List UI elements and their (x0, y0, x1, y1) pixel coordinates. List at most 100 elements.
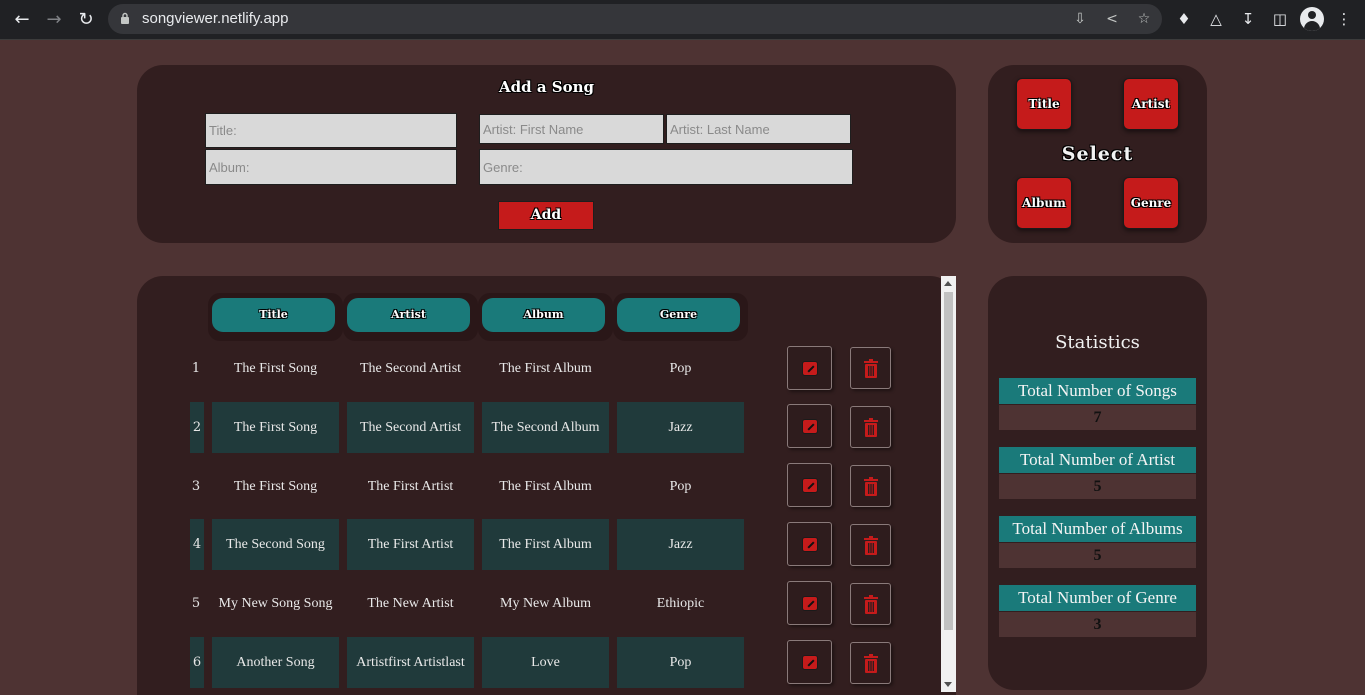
header-album-label: Album (482, 298, 605, 332)
cell-genre: Jazz (617, 519, 744, 570)
select-label: Select (1061, 143, 1134, 165)
add-song-heading: Add a Song (498, 78, 594, 96)
cell-genre: Pop (669, 361, 692, 376)
edit-pencil-icon (802, 596, 818, 611)
row-number: 2 (192, 420, 202, 435)
install-app-icon[interactable]: ⇩ (1070, 9, 1090, 29)
cell-album: The First Album (482, 519, 609, 570)
extensions-puzzle-icon[interactable]: ♦ (1172, 7, 1196, 31)
trash-icon (864, 418, 878, 437)
profile-avatar-icon[interactable] (1300, 7, 1324, 31)
downloads-icon[interactable]: ↧ (1236, 7, 1260, 31)
stat-songs-value: 7 (999, 405, 1196, 430)
cell-title: My New Song Song (218, 596, 333, 611)
delete-button[interactable] (850, 583, 891, 625)
stat-albums-label: Total Number of Albums (999, 516, 1196, 542)
delete-button[interactable] (850, 347, 891, 389)
header-title[interactable]: Title (208, 293, 343, 341)
edit-pencil-icon (802, 361, 818, 376)
delete-button[interactable] (850, 406, 891, 448)
edit-button[interactable] (787, 581, 832, 625)
stat-songs-label: Total Number of Songs (999, 378, 1196, 404)
row-number: 1 (191, 361, 201, 376)
cell-genre: Pop (617, 637, 744, 688)
select-artist-button[interactable]: Artist (1123, 78, 1179, 130)
trash-icon (864, 359, 878, 378)
menu-kebab-icon[interactable]: ⋮ (1332, 7, 1356, 31)
add-button[interactable]: Add (498, 201, 594, 230)
labs-flask-icon[interactable]: △ (1204, 7, 1228, 31)
trash-icon (864, 536, 878, 555)
scroll-up-arrow-icon[interactable] (944, 281, 952, 286)
reload-icon[interactable]: ↻ (72, 6, 100, 34)
cell-album: Love (482, 637, 609, 688)
cell-artist: The Second Artist (359, 361, 462, 376)
cell-artist: The Second Artist (347, 402, 474, 453)
header-artist-label: Artist (347, 298, 470, 332)
statistics-panel: Statistics Total Number of Songs 7 Total… (988, 276, 1207, 690)
stat-genres-label: Total Number of Genre (999, 585, 1196, 611)
edit-button[interactable] (787, 522, 832, 566)
edit-pencil-icon (802, 419, 818, 434)
delete-button[interactable] (850, 524, 891, 566)
stat-artists-value: 5 (999, 474, 1196, 499)
cell-genre: Ethiopic (656, 596, 705, 611)
address-bar[interactable]: songviewer.netlify.app ⇩ < ☆ (108, 4, 1162, 34)
row-number: 6 (192, 655, 202, 670)
song-list-scrollbar[interactable] (941, 276, 956, 692)
side-panel-icon[interactable]: ◫ (1268, 7, 1292, 31)
forward-arrow-icon[interactable]: → (40, 6, 68, 34)
row-number: 5 (191, 596, 201, 611)
delete-button[interactable] (850, 465, 891, 507)
genre-input[interactable] (479, 149, 853, 185)
artist-last-name-input[interactable] (666, 114, 851, 144)
cell-title: The Second Song (212, 519, 339, 570)
select-title-button[interactable]: Title (1016, 78, 1072, 130)
select-album-button[interactable]: Album (1016, 177, 1072, 229)
header-album[interactable]: Album (478, 293, 613, 341)
stat-artists-label: Total Number of Artist (999, 447, 1196, 473)
cell-artist: The First Artist (347, 519, 474, 570)
edit-button[interactable] (787, 640, 832, 684)
scroll-thumb[interactable] (944, 292, 953, 630)
share-icon[interactable]: < (1102, 9, 1122, 29)
edit-pencil-icon (802, 655, 818, 670)
cell-title: Another Song (212, 637, 339, 688)
stat-albums-value: 5 (999, 543, 1196, 568)
edit-button[interactable] (787, 404, 832, 448)
edit-pencil-icon (802, 537, 818, 552)
select-panel: Title Artist Select Album Genre (988, 65, 1207, 243)
edit-button[interactable] (787, 346, 832, 390)
cell-genre: Pop (669, 479, 692, 494)
cell-title: The First Song (233, 361, 318, 376)
header-genre[interactable]: Genre (613, 293, 748, 341)
scroll-down-arrow-icon[interactable] (944, 682, 952, 687)
lock-icon (121, 12, 129, 24)
header-artist[interactable]: Artist (343, 293, 478, 341)
header-genre-label: Genre (617, 298, 740, 332)
artist-first-name-input[interactable] (479, 114, 664, 144)
bookmark-star-icon[interactable]: ☆ (1134, 9, 1154, 29)
statistics-heading: Statistics (1055, 332, 1140, 353)
add-song-panel: Add a Song Add (137, 65, 956, 243)
title-input[interactable] (205, 113, 457, 148)
back-arrow-icon[interactable]: ← (8, 6, 36, 34)
row-number: 4 (192, 537, 202, 552)
edit-button[interactable] (787, 463, 832, 507)
cell-album: The Second Album (482, 402, 609, 453)
browser-toolbar: ← → ↻ songviewer.netlify.app ⇩ < ☆ ♦ △ ↧… (0, 0, 1365, 40)
song-list-panel: Title Artist Album Genre 1 The First Son… (137, 276, 956, 695)
row-number: 3 (191, 479, 201, 494)
cell-title: The First Song (212, 402, 339, 453)
stat-genres-value: 3 (999, 612, 1196, 637)
cell-artist: The First Artist (367, 479, 454, 494)
cell-album: My New Album (500, 596, 591, 611)
album-input[interactable] (205, 149, 457, 185)
cell-artist: The New Artist (367, 596, 454, 611)
delete-button[interactable] (850, 642, 891, 684)
cell-artist: Artistfirst Artistlast (347, 637, 474, 688)
trash-icon (864, 654, 878, 673)
trash-icon (864, 477, 878, 496)
url-text: songviewer.netlify.app (142, 10, 289, 27)
select-genre-button[interactable]: Genre (1123, 177, 1179, 229)
